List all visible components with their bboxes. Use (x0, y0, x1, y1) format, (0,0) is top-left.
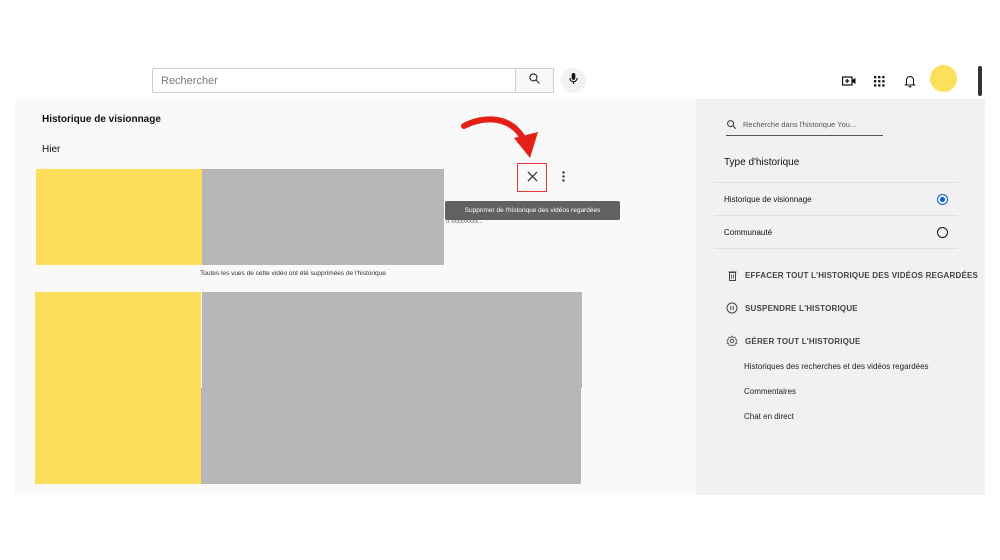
voice-search-button[interactable] (561, 68, 586, 93)
manage-history-button[interactable]: GÉRER TOUT L'HISTORIQUE (726, 335, 861, 347)
clear-history-label: EFFACER TOUT L'HISTORIQUE DES VIDÉOS REG… (745, 270, 979, 280)
page-title: Historique de visionnage (42, 114, 161, 125)
radio-unselected-icon[interactable] (937, 226, 948, 238)
history-type-label: Historique de visionnage (724, 194, 812, 204)
red-arrow-icon (461, 116, 538, 158)
history-type-label: Communauté (724, 227, 773, 237)
video-thumbnail-2[interactable] (35, 292, 201, 388)
search-placeholder: Rechercher (161, 74, 218, 87)
section-date-label: Hier (42, 144, 61, 155)
create-video-icon[interactable] (840, 72, 858, 90)
history-type-heading: Type d'historique (724, 157, 800, 168)
more-actions-button[interactable] (556, 169, 570, 187)
video-thumbnail-2-overlay[interactable] (202, 292, 582, 388)
radio-selected-icon[interactable] (937, 193, 948, 205)
search-button[interactable] (515, 68, 554, 93)
mic-icon (568, 72, 579, 90)
history-search-input[interactable]: Recherche dans l'historique You... (726, 113, 883, 136)
apps-icon[interactable] (870, 72, 888, 90)
manage-history-label: GÉRER TOUT L'HISTORIQUE (745, 336, 861, 346)
link-comments[interactable]: Commentaires (744, 387, 796, 396)
history-type-watch[interactable]: Historique de visionnage (714, 182, 958, 215)
remove-tooltip: Supprimer de l'historique des vidéos reg… (445, 201, 620, 220)
video-thumbnail-1[interactable] (36, 169, 202, 265)
history-search-placeholder: Recherche dans l'historique You... (743, 119, 857, 129)
removed-notice: Toutes les vues de cette vidéo ont été s… (200, 270, 386, 277)
search-icon (528, 72, 541, 90)
trash-icon (726, 269, 738, 281)
video-thumbnail-3[interactable] (35, 388, 201, 484)
avatar[interactable] (930, 65, 957, 92)
pause-history-button[interactable]: SUSPENDRE L'HISTORIQUE (726, 302, 858, 314)
gear-icon (726, 335, 738, 347)
clear-history-button[interactable]: EFFACER TOUT L'HISTORIQUE DES VIDÉOS REG… (726, 269, 978, 281)
bell-icon[interactable] (901, 72, 919, 90)
close-icon (526, 169, 538, 187)
search-icon (726, 119, 737, 130)
remove-from-history-button[interactable] (517, 163, 547, 192)
link-search-watch-history[interactable]: Historiques des recherches et des vidéos… (744, 362, 929, 371)
video-thumbnail-3-overlay[interactable] (201, 388, 581, 484)
window-scrollbar[interactable] (978, 66, 982, 96)
search-input[interactable]: Rechercher (152, 68, 515, 93)
video-thumbnail-1-overlay[interactable] (202, 169, 444, 265)
pause-icon (726, 302, 738, 314)
history-type-community[interactable]: Communauté (714, 215, 958, 249)
link-live-chat[interactable]: Chat en direct (744, 412, 794, 421)
pause-history-label: SUSPENDRE L'HISTORIQUE (745, 303, 858, 313)
more-vert-icon (561, 169, 565, 187)
